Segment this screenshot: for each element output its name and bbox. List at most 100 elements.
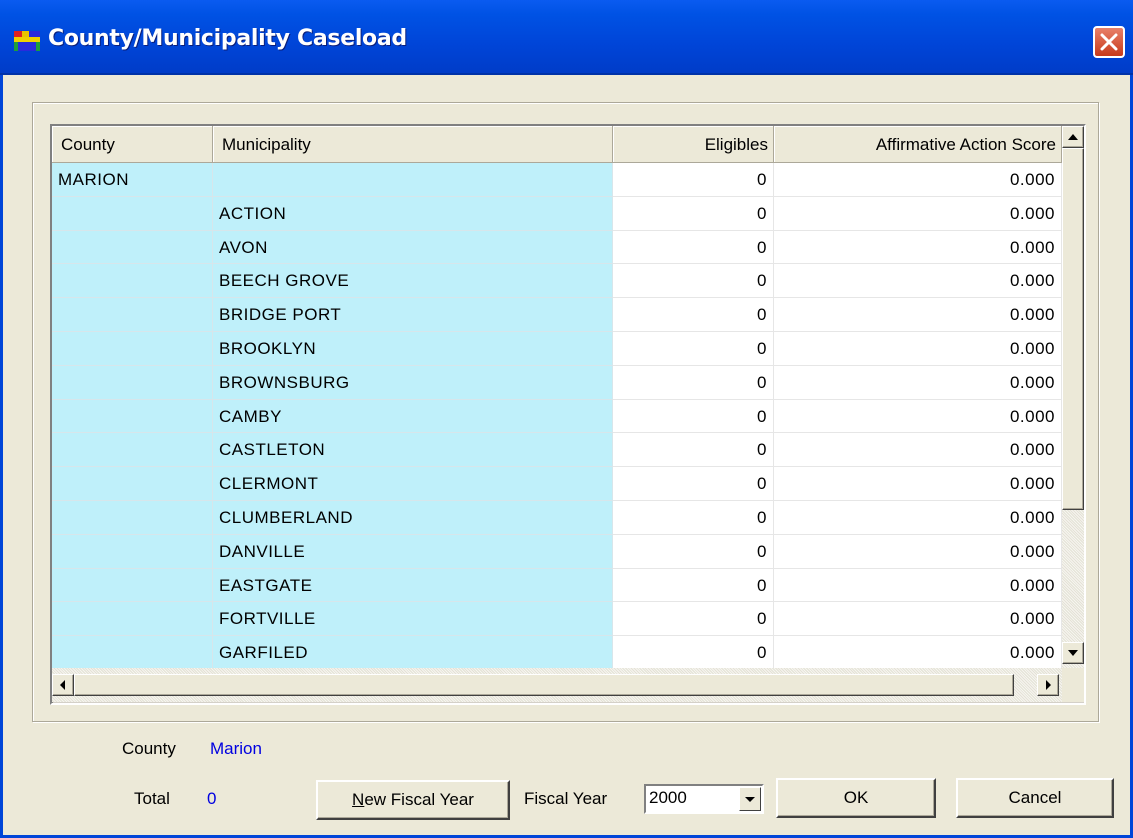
table-row[interactable]: CAMBY 0 0.000	[52, 399, 1062, 434]
eligibles-cell[interactable]: 0	[613, 399, 774, 434]
eligibles-cell[interactable]: 0	[613, 500, 774, 535]
eligibles-cell[interactable]: 0	[613, 534, 774, 569]
title-bar: County/Municipality Caseload	[0, 0, 1133, 75]
table-row[interactable]: DANVILLE 0 0.000	[52, 534, 1062, 569]
county-cell	[52, 636, 213, 668]
county-cell	[52, 602, 213, 637]
eligibles-cell[interactable]: 0	[613, 163, 774, 197]
close-icon	[1100, 33, 1118, 51]
table-row[interactable]: GARFILED 0 0.000	[52, 636, 1062, 668]
fiscal-year-select[interactable]: 2000	[644, 784, 764, 814]
affirmative-action-score-cell[interactable]: 0.000	[774, 636, 1062, 668]
municipality-cell: BEECH GROVE	[213, 264, 613, 299]
county-cell	[52, 365, 213, 400]
county-value: Marion	[210, 739, 262, 758]
new-fiscal-year-label: ew Fiscal Year	[364, 790, 474, 809]
eligibles-cell[interactable]: 0	[613, 568, 774, 603]
municipality-cell: GARFILED	[213, 636, 613, 668]
affirmative-action-score-cell[interactable]: 0.000	[774, 264, 1062, 299]
scroll-down-button[interactable]	[1062, 642, 1084, 664]
close-button[interactable]	[1093, 26, 1125, 58]
column-header-affirmative-action-score[interactable]: Affirmative Action Score	[774, 126, 1062, 163]
scroll-up-button[interactable]	[1062, 126, 1084, 148]
window-title: County/Municipality Caseload	[48, 26, 407, 51]
caseload-grid[interactable]: County Municipality Eligibles Affirmativ…	[50, 124, 1086, 705]
vertical-scroll-thumb[interactable]	[1062, 148, 1084, 510]
county-cell	[52, 331, 213, 366]
table-row[interactable]: BRIDGE PORT 0 0.000	[52, 298, 1062, 332]
municipality-cell: CASTLETON	[213, 433, 613, 468]
total-label: Total	[134, 789, 170, 808]
affirmative-action-score-cell[interactable]: 0.000	[774, 365, 1062, 400]
column-header-county[interactable]: County	[52, 126, 213, 163]
affirmative-action-score-cell[interactable]: 0.000	[774, 399, 1062, 434]
table-row[interactable]: MARION 0 0.000	[52, 163, 1062, 197]
affirmative-action-score-cell[interactable]: 0.000	[774, 568, 1062, 603]
table-row[interactable]: FORTVILLE 0 0.000	[52, 602, 1062, 637]
eligibles-cell[interactable]: 0	[613, 230, 774, 265]
vertical-scrollbar[interactable]	[1062, 126, 1084, 668]
municipality-cell: CLERMONT	[213, 467, 613, 501]
column-header-municipality[interactable]: Municipality	[213, 126, 613, 163]
fiscal-year-value: 2000	[649, 788, 687, 807]
table-row[interactable]: EASTGATE 0 0.000	[52, 568, 1062, 603]
table-row[interactable]: CLERMONT 0 0.000	[52, 467, 1062, 501]
scroll-right-button[interactable]	[1037, 674, 1059, 696]
municipality-cell: CAMBY	[213, 399, 613, 434]
affirmative-action-score-cell[interactable]: 0.000	[774, 602, 1062, 637]
eligibles-cell[interactable]: 0	[613, 636, 774, 668]
scrollbar-corner	[1062, 668, 1084, 702]
eligibles-cell[interactable]: 0	[613, 467, 774, 501]
app-icon	[14, 31, 40, 51]
eligibles-cell[interactable]: 0	[613, 331, 774, 366]
county-cell	[52, 196, 213, 231]
new-fiscal-year-button[interactable]: New Fiscal Year	[316, 780, 510, 820]
arrow-left-icon	[60, 680, 65, 690]
eligibles-cell[interactable]: 0	[613, 264, 774, 299]
municipality-cell: BROOKLYN	[213, 331, 613, 366]
affirmative-action-score-cell[interactable]: 0.000	[774, 298, 1062, 332]
eligibles-cell[interactable]: 0	[613, 602, 774, 637]
arrow-up-icon	[1068, 134, 1078, 140]
affirmative-action-score-cell[interactable]: 0.000	[774, 500, 1062, 535]
eligibles-cell[interactable]: 0	[613, 365, 774, 400]
table-row[interactable]: ACTION 0 0.000	[52, 196, 1062, 231]
grid-rows: MARION 0 0.000 ACTION 0 0.000 AVON 0 0.000 BEECH …	[52, 163, 1062, 668]
eligibles-cell[interactable]: 0	[613, 298, 774, 332]
county-cell	[52, 500, 213, 535]
fiscal-year-dropdown-button[interactable]	[739, 787, 761, 811]
affirmative-action-score-cell[interactable]: 0.000	[774, 534, 1062, 569]
table-row[interactable]: BROWNSBURG 0 0.000	[52, 365, 1062, 400]
table-row[interactable]: BROOKLYN 0 0.000	[52, 331, 1062, 366]
horizontal-scrollbar[interactable]	[52, 668, 1062, 702]
county-cell	[52, 433, 213, 468]
table-row[interactable]: CLUMBERLAND 0 0.000	[52, 500, 1062, 535]
municipality-cell: DANVILLE	[213, 534, 613, 569]
cancel-button[interactable]: Cancel	[956, 778, 1114, 818]
affirmative-action-score-cell[interactable]: 0.000	[774, 196, 1062, 231]
county-cell	[52, 264, 213, 299]
eligibles-cell[interactable]: 0	[613, 196, 774, 231]
county-cell	[52, 399, 213, 434]
fiscal-year-label: Fiscal Year	[524, 789, 608, 808]
table-row[interactable]: AVON 0 0.000	[52, 230, 1062, 265]
affirmative-action-score-cell[interactable]: 0.000	[774, 467, 1062, 501]
table-row[interactable]: BEECH GROVE 0 0.000	[52, 264, 1062, 299]
table-row[interactable]: CASTLETON 0 0.000	[52, 433, 1062, 468]
grid-header: County Municipality Eligibles Affirmativ…	[52, 126, 1062, 163]
county-cell	[52, 568, 213, 603]
scroll-left-button[interactable]	[52, 674, 74, 696]
column-header-eligibles[interactable]: Eligibles	[613, 126, 774, 163]
affirmative-action-score-cell[interactable]: 0.000	[774, 163, 1062, 197]
municipality-cell	[213, 163, 613, 197]
ok-button[interactable]: OK	[776, 778, 936, 818]
municipality-cell: ACTION	[213, 196, 613, 231]
chevron-down-icon	[745, 797, 755, 802]
municipality-cell: CLUMBERLAND	[213, 500, 613, 535]
affirmative-action-score-cell[interactable]: 0.000	[774, 331, 1062, 366]
affirmative-action-score-cell[interactable]: 0.000	[774, 433, 1062, 468]
eligibles-cell[interactable]: 0	[613, 433, 774, 468]
affirmative-action-score-cell[interactable]: 0.000	[774, 230, 1062, 265]
total-value: 0	[207, 789, 217, 808]
horizontal-scroll-thumb[interactable]	[74, 674, 1014, 696]
